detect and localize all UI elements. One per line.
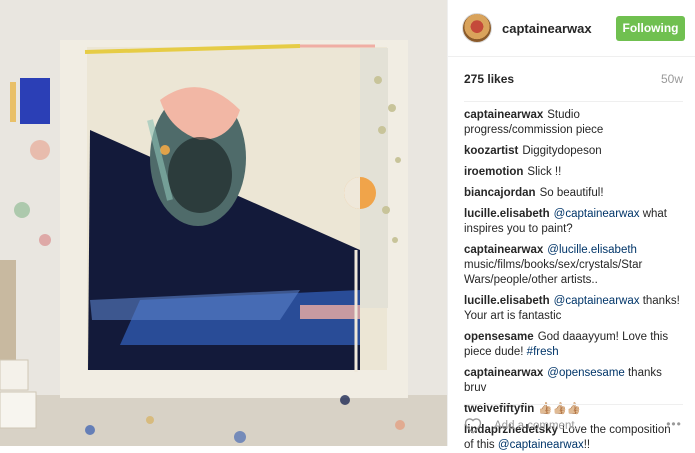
comment-item: lucille.elisabeth @captainearwax thanks! … [464, 294, 683, 324]
likes-count[interactable]: 275 likes [464, 72, 514, 86]
comment-item: biancajordan So beautiful! [464, 186, 683, 201]
following-button[interactable]: Following [616, 15, 685, 41]
comment-text: music/films/books/sex/crystals/Star Wars… [464, 259, 643, 286]
post-meta: 275 likes 50w [464, 57, 683, 102]
add-comment-input[interactable] [492, 418, 665, 433]
comment-author[interactable]: captainearwax [464, 244, 543, 256]
comment-text: Diggitydopeson [522, 145, 602, 157]
mention-link[interactable]: @captainearwax [554, 295, 640, 307]
comment-item: koozartist Diggitydopeson [464, 144, 683, 159]
comment-bar: ••• [464, 404, 683, 446]
instagram-post: captainearwax Following 275 likes 50w ca… [0, 0, 695, 451]
comment-author[interactable]: lucille.elisabeth [464, 208, 550, 220]
post-sidebar: captainearwax Following 275 likes 50w ca… [447, 0, 695, 451]
comment-author[interactable]: biancajordan [464, 187, 536, 199]
comment-author[interactable]: opensesame [464, 331, 534, 343]
comment-text: Slick !! [527, 166, 562, 178]
comment-author[interactable]: captainearwax [464, 367, 543, 379]
comment-item: lucille.elisabeth @captainearwax what ins… [464, 207, 683, 237]
comment-author[interactable]: koozartist [464, 145, 518, 157]
mention-link[interactable]: @lucille.elisabeth [547, 244, 637, 256]
post-header: captainearwax Following [448, 0, 695, 57]
more-options-icon[interactable]: ••• [665, 417, 683, 435]
username-link[interactable]: captainearwax [502, 21, 616, 36]
comment-author[interactable]: captainearwax [464, 109, 543, 121]
post-time[interactable]: 50w [661, 72, 683, 86]
comment-item: captainearwax @opensesame thanks bruv [464, 366, 683, 396]
hashtag-link[interactable]: #fresh [527, 346, 559, 358]
comment-item: captainearwax Studio progress/commission … [464, 108, 683, 138]
mention-link[interactable]: @opensesame [547, 367, 625, 379]
comments-list: captainearwax Studio progress/commission … [448, 102, 695, 453]
mention-link[interactable]: @captainearwax [554, 208, 640, 220]
post-photo[interactable] [0, 0, 447, 446]
comment-text: So beautiful! [539, 187, 604, 199]
comment-author[interactable]: lucille.elisabeth [464, 295, 550, 307]
comment-author[interactable]: iroemotion [464, 166, 523, 178]
comment-item: iroemotion Slick !! [464, 165, 683, 180]
comment-item: captainearwax @lucille.elisabeth music/fi… [464, 243, 683, 288]
painting-image [0, 0, 447, 446]
heart-icon[interactable] [464, 417, 482, 435]
comment-item: opensesame God daaayyum! Love this piece … [464, 330, 683, 360]
avatar[interactable] [462, 13, 492, 43]
